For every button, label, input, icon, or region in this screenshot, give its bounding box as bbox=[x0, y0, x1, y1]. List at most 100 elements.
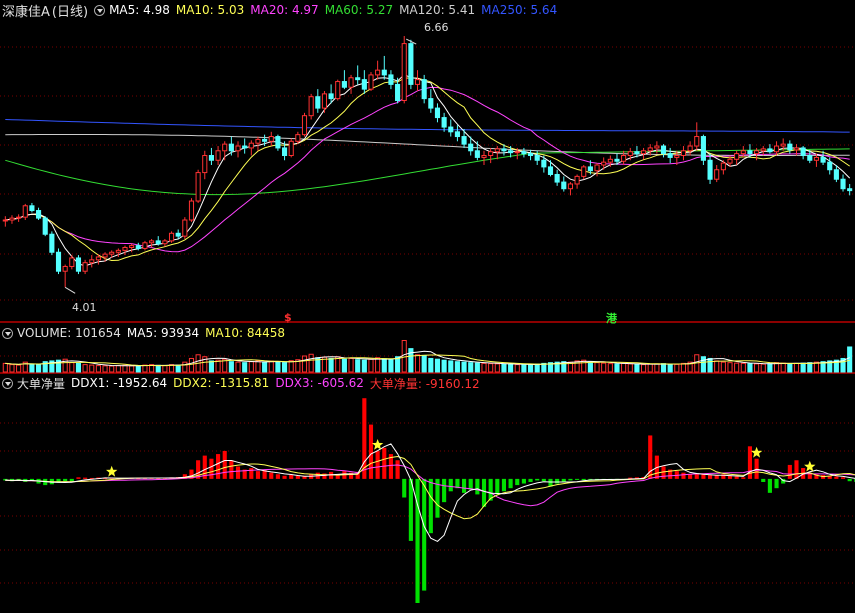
candle-body bbox=[641, 150, 647, 155]
candle-body bbox=[308, 96, 314, 117]
candle-body bbox=[401, 43, 407, 102]
candle-body bbox=[807, 155, 813, 161]
ddx-bar bbox=[741, 477, 746, 479]
candle-body bbox=[793, 147, 800, 151]
candle-body bbox=[627, 151, 633, 157]
volume-bar bbox=[747, 363, 753, 373]
candle-body bbox=[680, 150, 687, 157]
ddx-bar bbox=[774, 478, 779, 489]
volume-bar bbox=[36, 364, 42, 373]
volume-bar bbox=[328, 357, 334, 373]
ddx-bar bbox=[475, 478, 480, 495]
candle-body bbox=[833, 169, 839, 180]
volume-bar bbox=[129, 365, 135, 373]
ddx-bar bbox=[727, 475, 733, 479]
candle-body bbox=[481, 155, 487, 158]
ddx-bar bbox=[501, 478, 507, 492]
candle-body bbox=[567, 183, 574, 190]
ddx-panel-header: 大单净量 DDX1: -1952.64 DDX2: -1315.81 DDX3:… bbox=[2, 375, 486, 391]
high-price-label: 6.66 bbox=[424, 21, 449, 34]
ddx-bar bbox=[448, 478, 453, 492]
candle-body bbox=[448, 126, 454, 133]
candle-body bbox=[607, 158, 613, 163]
ddx-bar bbox=[442, 478, 447, 503]
ddx-bar bbox=[249, 468, 254, 479]
candle-body bbox=[295, 134, 301, 142]
volume-bar bbox=[155, 364, 161, 373]
volume-bar bbox=[754, 363, 760, 373]
chevron-down-icon[interactable] bbox=[94, 4, 106, 16]
volume-bar bbox=[601, 362, 607, 373]
candle-body bbox=[182, 219, 188, 237]
volume-bar bbox=[594, 362, 600, 373]
volume-bar bbox=[740, 362, 746, 373]
volume-bar bbox=[235, 361, 241, 373]
ddx-bar bbox=[282, 475, 287, 479]
ddx2-value: DDX2: -1315.81 bbox=[173, 376, 270, 390]
volume-bar bbox=[468, 362, 474, 373]
candle-body bbox=[122, 247, 128, 251]
volume-bar bbox=[162, 365, 168, 373]
volume-bar bbox=[301, 355, 308, 373]
candle-body bbox=[388, 74, 394, 85]
candle-body bbox=[361, 79, 367, 90]
candle-body bbox=[760, 148, 766, 152]
ma-legend-item: MA10: 5.03 bbox=[175, 3, 245, 17]
candle-body bbox=[621, 155, 627, 162]
candle-body bbox=[634, 151, 640, 155]
candle-body bbox=[740, 150, 746, 155]
ddx-bar bbox=[847, 478, 852, 482]
ddx-bar bbox=[63, 478, 68, 482]
candle-body bbox=[521, 151, 527, 155]
ddx-bar bbox=[734, 476, 739, 479]
candle-body bbox=[149, 240, 155, 244]
volume-bar bbox=[115, 365, 121, 373]
candle-body bbox=[594, 164, 600, 172]
candle-body bbox=[155, 240, 161, 245]
volume-bar bbox=[401, 339, 407, 373]
volume-bar bbox=[787, 363, 793, 373]
ddx-bar bbox=[402, 478, 407, 498]
candle-body bbox=[514, 151, 520, 154]
volume-bar bbox=[720, 361, 726, 373]
candle-body bbox=[780, 143, 786, 147]
chart-period[interactable]: (日线) bbox=[52, 1, 88, 20]
candle-body bbox=[614, 158, 620, 162]
candle-body bbox=[109, 251, 115, 255]
ddx-bar bbox=[295, 475, 300, 479]
candle-body bbox=[281, 147, 288, 157]
stock-name[interactable]: 深康佳A bbox=[2, 1, 50, 20]
ddx-bar bbox=[395, 460, 400, 479]
candle-body bbox=[461, 136, 467, 145]
marker-gang: 港 bbox=[606, 312, 617, 325]
volume-bar bbox=[89, 364, 95, 373]
volume-bar bbox=[95, 365, 101, 373]
stock-chart[interactable] bbox=[0, 0, 855, 613]
candle-body bbox=[747, 150, 753, 155]
candle-body bbox=[541, 159, 547, 168]
volume-bar bbox=[660, 363, 667, 373]
candle-body bbox=[102, 253, 108, 258]
candle-body bbox=[813, 156, 819, 161]
volume-bar bbox=[9, 364, 15, 373]
volume-bar bbox=[109, 365, 115, 373]
volume-bar bbox=[29, 363, 35, 373]
ddx-bar bbox=[422, 478, 427, 591]
chevron-down-icon[interactable] bbox=[2, 377, 13, 389]
candle-body bbox=[235, 145, 241, 152]
volume-bar bbox=[255, 360, 261, 373]
candle-body bbox=[674, 155, 680, 158]
volume-bar bbox=[800, 362, 806, 373]
volume-bar bbox=[474, 362, 480, 373]
star-icon bbox=[106, 465, 118, 477]
candle-body bbox=[268, 136, 274, 142]
candle-body bbox=[707, 159, 713, 180]
volume-bar bbox=[428, 357, 434, 373]
candle-body bbox=[42, 217, 48, 235]
candle-body bbox=[820, 156, 826, 163]
volume-bar bbox=[614, 363, 620, 373]
low-pointer bbox=[64, 286, 76, 294]
volume-bar bbox=[461, 361, 467, 373]
volume-panel-header: VOLUME: 101654 MA5: 93934 MA10: 84458 bbox=[2, 325, 291, 341]
chevron-down-icon[interactable] bbox=[2, 327, 13, 339]
